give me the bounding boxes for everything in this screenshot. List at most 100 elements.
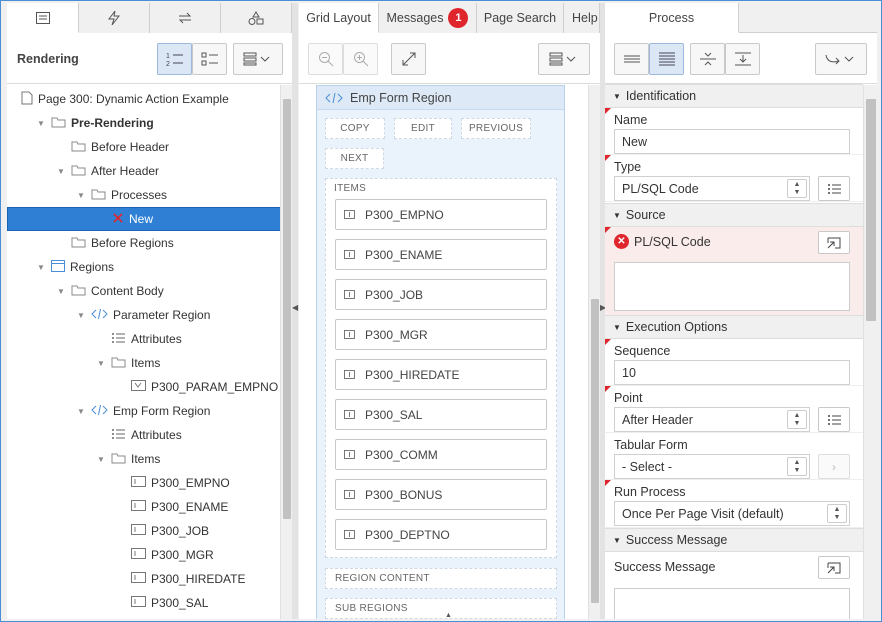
grid-item[interactable]: P300_COMM — [335, 439, 547, 470]
property-scrollbar[interactable] — [863, 85, 877, 619]
section-execution-options[interactable]: ▼ Execution Options — [605, 315, 863, 339]
tab-dynamic-actions[interactable] — [79, 3, 150, 33]
tree-node[interactable]: Before Header — [7, 135, 282, 159]
tab-processing[interactable] — [150, 3, 221, 33]
tree-node[interactable]: ▼ Content Body — [7, 279, 282, 303]
view-tree-button[interactable]: 12 — [157, 43, 192, 75]
code-editor-button[interactable] — [818, 231, 850, 254]
tree-node[interactable]: P300_MGR — [7, 543, 282, 567]
open-dialog-icon — [827, 237, 841, 248]
goto-group-button[interactable] — [815, 43, 867, 75]
tree-node[interactable]: ▼ Parameter Region — [7, 303, 282, 327]
collapse-bottom-icon[interactable]: ▲ — [445, 612, 452, 619]
position-previous[interactable]: PREVIOUS — [461, 118, 531, 139]
expand-all-button[interactable] — [725, 43, 760, 75]
tree-node[interactable]: P300_PARAM_EMPNO — [7, 375, 282, 399]
tree-node[interactable]: ▼ Emp Form Region — [7, 399, 282, 423]
grid-scroll-thumb[interactable] — [591, 299, 599, 603]
tab-page-search[interactable]: Page Search — [477, 3, 564, 33]
type-select[interactable]: PL/SQL Code ▲ ▼ — [614, 176, 810, 201]
folder-icon — [51, 116, 66, 131]
error-icon: ✕ — [614, 234, 629, 249]
tree-node[interactable]: ▼ Regions — [7, 255, 282, 279]
sequence-input[interactable]: 10 — [614, 360, 850, 385]
position-edit[interactable]: EDIT — [394, 118, 452, 139]
success-message-textarea[interactable] — [614, 588, 850, 619]
grid-scrollbar[interactable] — [588, 85, 600, 619]
items-position[interactable]: ITEMS P300_EMPNO P300_ENAME P300_JOB P300_M… — [325, 178, 557, 558]
position-next[interactable]: NEXT — [325, 148, 384, 169]
section-success-message[interactable]: ▼ Success Message — [605, 528, 863, 552]
expand-button[interactable] — [391, 43, 426, 75]
expand-toggle-icon[interactable]: ▼ — [77, 311, 87, 320]
tree-node[interactable]: P300_SAL — [7, 591, 282, 615]
tree-node[interactable]: Attributes — [7, 327, 282, 351]
tab-messages[interactable]: Messages 1 — [379, 3, 477, 33]
expand-toggle-icon[interactable]: ▼ — [57, 167, 67, 176]
grid-item[interactable]: P300_BONUS — [335, 479, 547, 510]
tree-scrollbar[interactable] — [280, 85, 292, 619]
expand-toggle-icon[interactable]: ▼ — [97, 359, 107, 368]
tree-node[interactable]: P300_JOB — [7, 519, 282, 543]
tree-node[interactable]: Before Regions — [7, 231, 282, 255]
emp-form-region-block[interactable]: Emp Form Region COPY EDIT PREVIOUS NEXT … — [316, 85, 565, 619]
plsql-code-label: PL/SQL Code — [634, 235, 711, 249]
success-message-editor-button[interactable] — [818, 556, 850, 579]
tree-node[interactable]: ▼ Processes — [7, 183, 282, 207]
expand-toggle-icon[interactable]: ▼ — [57, 287, 67, 296]
point-select[interactable]: After Header ▲ ▼ — [614, 407, 810, 432]
expand-toggle-icon[interactable]: ▼ — [97, 455, 107, 464]
show-common-button[interactable] — [614, 43, 649, 75]
position-sub-regions[interactable]: SUB REGIONS — [325, 598, 557, 619]
position-region-content[interactable]: REGION CONTENT — [325, 568, 557, 589]
tree-node[interactable]: ▼ Pre-Rendering — [7, 111, 282, 135]
grid-item[interactable]: P300_HIREDATE — [335, 359, 547, 390]
tree-node[interactable]: Page 300: Dynamic Action Example — [7, 87, 282, 111]
left-splitter[interactable]: ◀ — [292, 3, 298, 619]
view-component-button[interactable] — [192, 43, 227, 75]
name-input[interactable]: New — [614, 129, 850, 154]
property-scroll-thumb[interactable] — [866, 99, 876, 321]
grid-item[interactable]: P300_DEPTNO — [335, 519, 547, 550]
zoom-out-button[interactable] — [308, 43, 343, 75]
grid-item[interactable]: P300_SAL — [335, 399, 547, 430]
tree-scroll-thumb[interactable] — [283, 99, 291, 519]
expand-toggle-icon[interactable]: ▼ — [77, 407, 87, 416]
tab-help[interactable]: Help — [564, 3, 600, 33]
grid-menu-button[interactable] — [538, 43, 590, 75]
point-list-button[interactable] — [818, 407, 850, 432]
tab-grid-layout[interactable]: Grid Layout — [299, 3, 379, 33]
tree-node[interactable]: New — [7, 207, 282, 231]
position-copy[interactable]: COPY — [325, 118, 385, 139]
section-source[interactable]: ▼ Source — [605, 203, 863, 227]
expand-toggle-icon[interactable]: ▼ — [37, 263, 47, 272]
tree-node[interactable]: ▼ After Header — [7, 159, 282, 183]
zoom-in-button[interactable] — [343, 43, 378, 75]
collapse-all-button[interactable] — [690, 43, 725, 75]
type-list-button[interactable] — [818, 176, 850, 201]
tab-shared-components[interactable] — [221, 3, 292, 33]
tab-rendering[interactable] — [7, 3, 79, 33]
text-item-icon — [344, 330, 355, 339]
tree-node[interactable]: P300_EMPNO — [7, 471, 282, 495]
tabular-form-select[interactable]: - Select - ▲ ▼ — [614, 454, 810, 479]
section-identification[interactable]: ▼ Identification — [605, 84, 863, 108]
grid-item[interactable]: P300_ENAME — [335, 239, 547, 270]
expand-toggle-icon[interactable]: ▼ — [77, 191, 87, 200]
tabular-form-goto-button[interactable]: › — [818, 454, 850, 479]
run-process-select[interactable]: Once Per Page Visit (default) ▲ ▼ — [614, 501, 850, 526]
grid-item[interactable]: P300_EMPNO — [335, 199, 547, 230]
expand-toggle-icon[interactable]: ▼ — [37, 119, 47, 128]
grid-item[interactable]: P300_JOB — [335, 279, 547, 310]
tree-node[interactable]: P300_HIREDATE — [7, 567, 282, 591]
tree-node[interactable]: Attributes — [7, 423, 282, 447]
tree-menu-button[interactable] — [233, 43, 283, 75]
type-value: PL/SQL Code — [622, 181, 699, 196]
tree-node[interactable]: ▼ Items — [7, 447, 282, 471]
tree-node[interactable]: P300_ENAME — [7, 495, 282, 519]
tree-node[interactable]: ▼ Items — [7, 351, 282, 375]
plsql-code-textarea[interactable] — [614, 262, 850, 311]
grid-item[interactable]: P300_MGR — [335, 319, 547, 350]
show-all-button[interactable] — [649, 43, 684, 75]
tab-process[interactable]: Process — [605, 3, 739, 33]
